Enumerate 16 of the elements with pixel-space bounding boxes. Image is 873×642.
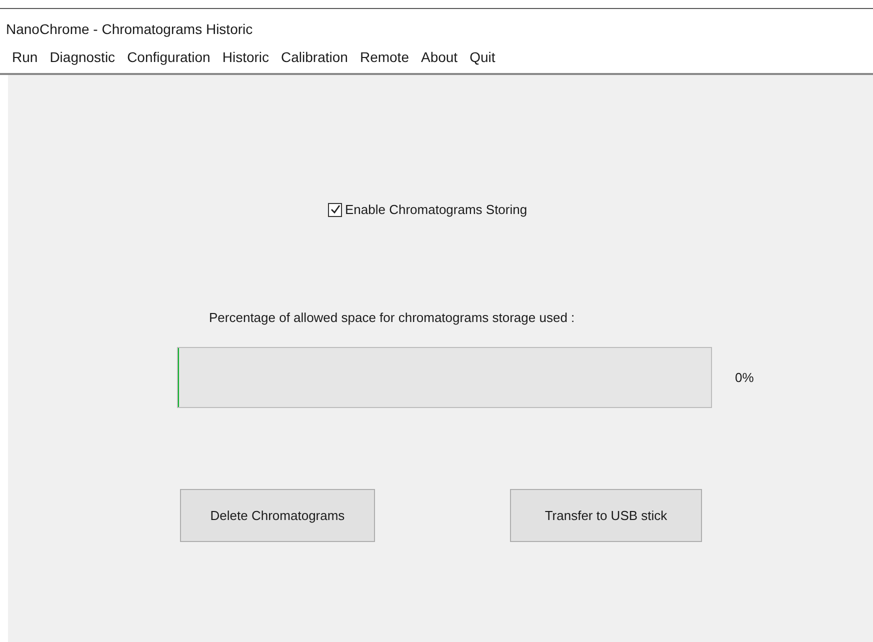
menu-item[interactable]: About bbox=[416, 46, 463, 69]
checkbox[interactable] bbox=[328, 202, 342, 217]
menu-item[interactable]: Remote bbox=[354, 46, 414, 69]
checkbox-label[interactable]: Enable Chromatograms Storing bbox=[345, 200, 528, 220]
menu-item[interactable]: Historic bbox=[217, 46, 274, 69]
action-button[interactable]: Delete Chromatograms bbox=[180, 489, 375, 542]
menu-item[interactable]: Run bbox=[7, 46, 43, 69]
menu-item[interactable]: Calibration bbox=[276, 46, 353, 69]
menu-item[interactable]: Configuration bbox=[122, 46, 216, 69]
menu-item[interactable]: Quit bbox=[464, 46, 500, 69]
action-button[interactable]: Transfer to USB stick bbox=[510, 489, 702, 542]
checkmark-icon bbox=[330, 204, 340, 216]
storage-label: Percentage of allowed space for chromatograms storage used : bbox=[209, 308, 575, 327]
progress-reading: 0% bbox=[735, 368, 754, 387]
window-title: NanoChrome - Chromatograms Historic bbox=[6, 20, 253, 39]
menu-item[interactable]: Diagnostic bbox=[44, 46, 120, 69]
